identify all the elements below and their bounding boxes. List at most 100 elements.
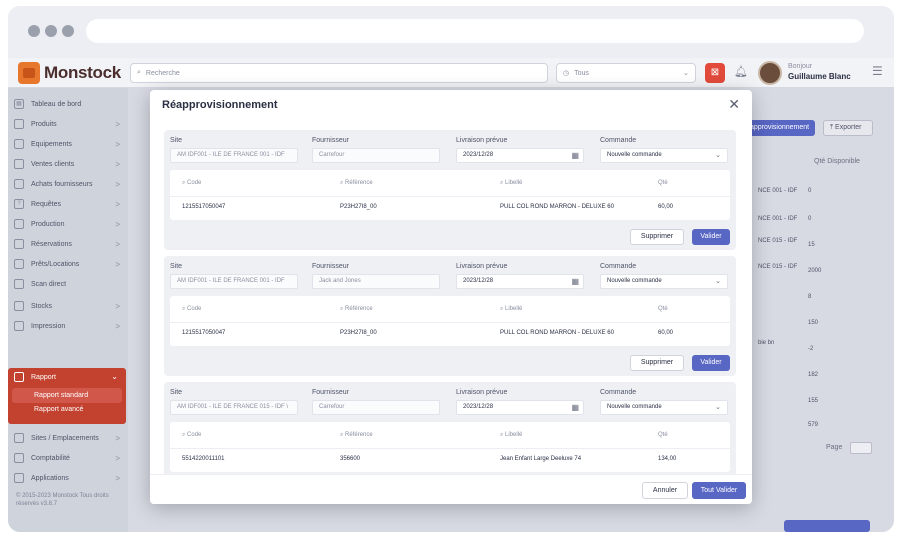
bg-site-cell: NCE 015 - IDF: [758, 238, 798, 244]
valider-button[interactable]: Valider: [692, 229, 730, 245]
sidebar-item-prets-locations[interactable]: Prêts/Locations >: [8, 254, 128, 274]
commande-select[interactable]: Nouvelle commande ⌄: [600, 148, 728, 163]
code-cell: 5514220011101: [182, 456, 225, 462]
chevron-down-icon: ⌄: [715, 404, 721, 411]
site-input[interactable]: AM IDF001 - ILE DE FRANCE 001 - IDF: [170, 274, 298, 289]
modal-body[interactable]: Site Fournisseur Livraison prévue Comman…: [164, 130, 736, 474]
window-dot-minimize[interactable]: [45, 25, 57, 37]
sidebar-item-requetes[interactable]: ? Requêtes >: [8, 194, 128, 214]
qte-cell[interactable]: 134,00: [658, 456, 676, 462]
bg-qte-cell: 0: [808, 216, 812, 222]
sidebar-item-stocks[interactable]: Stocks >: [8, 296, 128, 316]
bg-qte-cell: 182: [808, 372, 819, 378]
sidebar-item-label: Scan direct: [31, 280, 67, 288]
bg-qte-cell: 150: [808, 320, 819, 326]
calendar-icon[interactable]: ▦: [571, 151, 579, 160]
search-icon: ⌕: [137, 69, 141, 76]
search-input[interactable]: ⌕ Recherche: [130, 63, 548, 83]
code-header: ⌕ Code: [182, 306, 202, 312]
livraison-label: Livraison prévue: [456, 137, 508, 144]
code-header-label: Code: [187, 306, 202, 312]
wrench-icon: [14, 139, 24, 149]
sidebar-item-rapport[interactable]: Rapport ⌄ Rapport standard Rapport avanc…: [8, 368, 126, 424]
sidebar-subitem-rapport-avance[interactable]: Rapport avancé: [12, 406, 83, 413]
fournisseur-label: Fournisseur: [312, 389, 349, 396]
export-label: Exporter: [835, 124, 862, 131]
sidebar-item-sites[interactable]: Sites / Emplacements >: [8, 428, 128, 448]
fournisseur-input[interactable]: Carrefour: [312, 400, 440, 415]
code-cell: 1215517050047: [182, 204, 226, 210]
livraison-date-input[interactable]: 2023/12/28 ▦: [456, 148, 584, 163]
sidebar-item-equipements[interactable]: Equipements >: [8, 134, 128, 154]
valider-button[interactable]: Valider: [692, 355, 730, 371]
commande-label: Commande: [600, 263, 637, 270]
store-select[interactable]: ◷ Tous ⌄: [556, 63, 696, 83]
qte-disponible-header: Qté Disponible: [814, 158, 860, 165]
sidebar-item-applications[interactable]: Applications >: [8, 468, 128, 488]
close-icon[interactable]: ✕: [728, 96, 740, 113]
commande-select[interactable]: Nouvelle commande ⌄: [600, 400, 728, 415]
sidebar-item-comptabilite[interactable]: Comptabilité >: [8, 448, 128, 468]
bell-icon[interactable]: 🔔︎: [734, 65, 748, 78]
window-dot-maximize[interactable]: [62, 25, 74, 37]
sidebar-subitem-rapport-standard[interactable]: Rapport standard: [12, 388, 122, 403]
reference-header-label: Référence: [345, 432, 373, 438]
sidebar-item-label: Equipements: [31, 140, 72, 148]
site-input[interactable]: AM IDF001 - ILE DE FRANCE 001 - IDF: [170, 148, 298, 163]
code-header-label: Code: [187, 180, 202, 186]
calendar-icon[interactable]: ▦: [571, 277, 579, 286]
pagination-select[interactable]: [850, 442, 872, 454]
sidebar-item-achats[interactable]: Achats fournisseurs >: [8, 174, 128, 194]
sidebar-item-production[interactable]: Production >: [8, 214, 128, 234]
code-header-label: Code: [187, 432, 202, 438]
search-placeholder: Recherche: [145, 69, 180, 77]
sidebar-item-produits[interactable]: Produits >: [8, 114, 128, 134]
report-icon: [14, 372, 24, 382]
logo-text: Monstock: [44, 63, 121, 82]
bg-qte-cell: 2000: [808, 268, 822, 274]
livraison-value: 2023/12/28: [463, 404, 494, 410]
sidebar-item-scan-direct[interactable]: Scan direct: [8, 274, 128, 294]
annuler-button[interactable]: Annuler: [642, 482, 688, 499]
sidebar-item-label: Ventes clients: [31, 160, 75, 168]
box-icon: [14, 119, 24, 129]
sidebar-item-impression[interactable]: Impression >: [8, 316, 128, 336]
tout-valider-button[interactable]: Tout Valider: [692, 482, 746, 499]
apps-icon: [14, 473, 24, 483]
fournisseur-input[interactable]: Jack and Jones: [312, 274, 440, 289]
items-table: ⌕ Code ⌕ Référence ⌕ Libellé Qté 1215517…: [170, 296, 730, 346]
commande-select[interactable]: Nouvelle commande ⌄: [600, 274, 728, 289]
calendar-icon[interactable]: ▦: [571, 403, 579, 412]
qte-cell[interactable]: 60,00: [658, 330, 673, 336]
items-table: ⌕ Code ⌕ Référence ⌕ Libellé Qté 1215517…: [170, 170, 730, 220]
alert-icon[interactable]: ⊠: [705, 63, 725, 83]
fournisseur-input[interactable]: Carrefour: [312, 148, 440, 163]
window-dot-close[interactable]: [28, 25, 40, 37]
supprimer-button[interactable]: Supprimer: [630, 229, 684, 245]
reference-header: ⌕ Référence: [340, 306, 373, 312]
livraison-date-input[interactable]: 2023/12/28 ▦: [456, 274, 584, 289]
sidebar-item-label: Réservations: [31, 240, 72, 248]
livraison-date-input[interactable]: 2023/12/28 ▦: [456, 400, 584, 415]
avatar[interactable]: [758, 61, 782, 85]
sidebar-item-rapport-head[interactable]: Rapport: [14, 372, 56, 382]
sidebar-item-ventes-clients[interactable]: Ventes clients >: [8, 154, 128, 174]
sidebar-item-reservations[interactable]: Réservations >: [8, 234, 128, 254]
calculator-icon: [14, 453, 24, 463]
address-bar[interactable]: [86, 19, 864, 43]
menu-icon[interactable]: ☰: [872, 64, 883, 78]
supprimer-button[interactable]: Supprimer: [630, 355, 684, 371]
qte-cell[interactable]: 60,00: [658, 204, 673, 210]
bottom-action-button[interactable]: [784, 520, 870, 532]
chevron-right-icon: >: [115, 433, 120, 443]
user-greeting: Bonjour: [788, 63, 813, 70]
bg-site-cell: NCE 015 - IDF: [758, 264, 798, 270]
export-button[interactable]: ⤒ Exporter: [823, 120, 873, 136]
site-input[interactable]: AM IDF001 - ILE DE FRANCE 015 - IDF \: [170, 400, 298, 415]
qte-header: Qté: [658, 432, 668, 438]
libelle-header: ⌕ Libellé: [500, 306, 523, 312]
logo[interactable]: Monstock: [18, 61, 121, 85]
chevron-right-icon: >: [115, 179, 120, 189]
sidebar-item-label: Comptabilité: [31, 454, 70, 462]
sidebar-item-tableau-de-bord[interactable]: ▦ Tableau de bord: [8, 94, 128, 114]
